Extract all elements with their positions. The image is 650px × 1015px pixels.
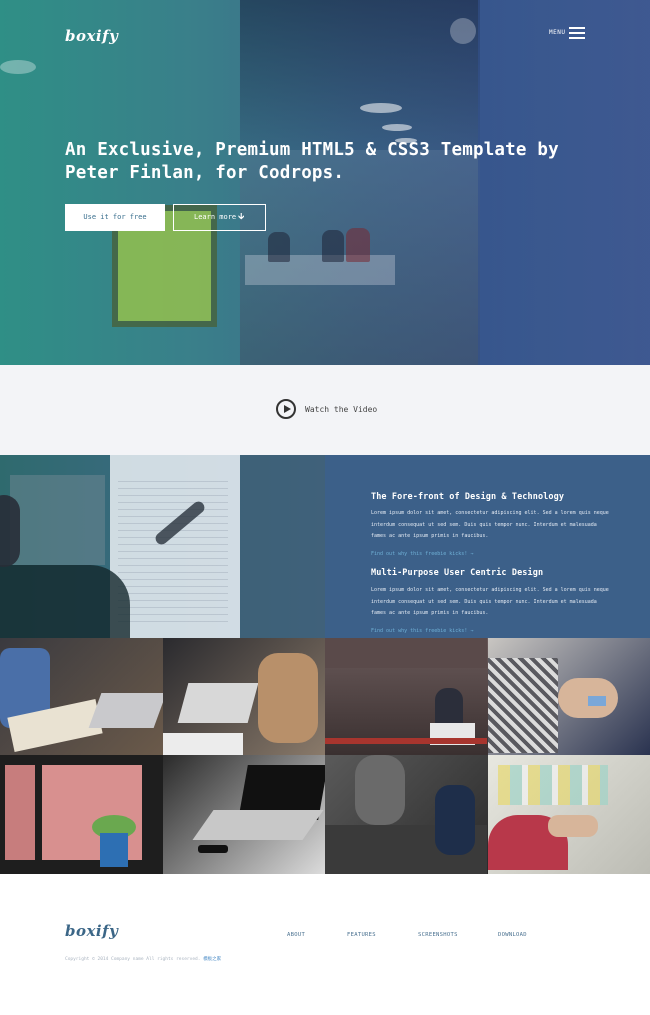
footer-nav-features[interactable]: FEATURES (347, 932, 376, 938)
brand-logo[interactable]: boxify (65, 27, 118, 45)
feature-text: Lorem ipsum dolor sit amet, consectetur … (371, 510, 609, 539)
footer: boxify ABOUT FEATURES SCREENSHOTS DOWNLO… (0, 874, 650, 1015)
screenshot-gallery (0, 638, 650, 874)
footer-nav-screenshots[interactable]: SCREENSHOTS (418, 932, 458, 938)
ceiling-lamp (360, 103, 402, 113)
ceiling-lamp (450, 18, 476, 44)
copyright: Copyright © 2014 Company name All rights… (65, 956, 221, 962)
video-section: Watch the Video (0, 365, 650, 455)
hero-background-person (322, 230, 344, 262)
feature-image (0, 455, 325, 638)
gallery-photo-meeting[interactable] (162, 638, 325, 755)
gallery-photo-office-desk[interactable] (325, 638, 488, 755)
learn-more-label: Learn more (194, 213, 237, 221)
hero-background-person (268, 232, 290, 262)
feature-link[interactable]: Find out why this freebie kicks! → (371, 551, 473, 557)
footer-logo[interactable]: boxify (65, 922, 118, 940)
feature-title: Multi-Purpose User Centric Design (371, 568, 544, 578)
hero-section: boxify MENU An Exclusive, Premium HTML5 … (0, 0, 650, 365)
copyright-link[interactable]: 模板之家 (203, 957, 221, 962)
watch-video-link[interactable]: Watch the Video (305, 405, 377, 414)
hero-title: An Exclusive, Premium HTML5 & CSS3 Templ… (65, 140, 559, 183)
feature-link[interactable]: Find out why this freebie kicks! → (371, 628, 473, 634)
feature-image-head (0, 495, 20, 567)
gallery-photo-laptop-notes[interactable] (0, 638, 163, 755)
feature-image-wall (240, 455, 325, 638)
ceiling-lamp (0, 60, 36, 74)
feature-title: The Fore-front of Design & Technology (371, 492, 565, 502)
feature-image-shelf (10, 475, 105, 565)
gallery-photo-brainstorm[interactable] (487, 755, 650, 874)
use-free-button[interactable]: Use it for free (65, 204, 165, 231)
feature-text: Lorem ipsum dolor sit amet, consectetur … (371, 587, 609, 616)
ceiling-lamp (382, 124, 412, 131)
features-panel: The Fore-front of Design & Technology Lo… (325, 455, 650, 638)
hero-background-ceiling (240, 0, 480, 150)
feature-image-person (0, 565, 130, 638)
gallery-photo-window-plant[interactable] (0, 755, 163, 874)
hamburger-menu-icon[interactable] (569, 27, 585, 39)
arrow-down-icon: 🡳 (238, 212, 245, 222)
footer-nav-about[interactable]: ABOUT (287, 932, 305, 938)
learn-more-button[interactable]: Learn more 🡳 (173, 204, 266, 231)
menu-label[interactable]: MENU (549, 29, 565, 36)
hero-background-person (346, 228, 370, 262)
gallery-photo-phone[interactable] (487, 638, 650, 755)
gallery-photo-lounge[interactable] (325, 755, 488, 874)
play-icon[interactable] (276, 399, 296, 419)
footer-nav-download[interactable]: DOWNLOAD (498, 932, 527, 938)
gallery-photo-laptop[interactable] (162, 755, 325, 874)
copyright-text: Copyright © 2014 Company name All rights… (65, 957, 201, 962)
